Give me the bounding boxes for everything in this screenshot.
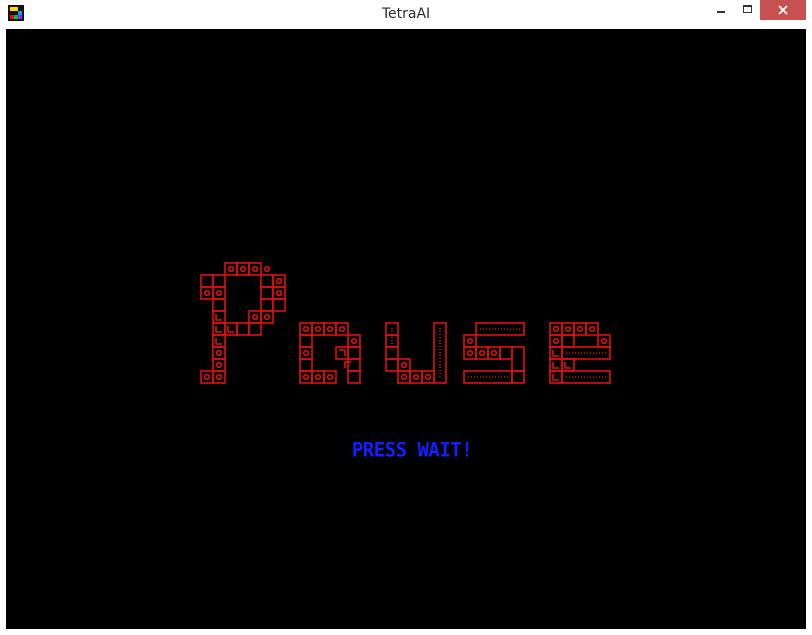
pause-letter-s	[463, 322, 525, 384]
press-wait-prompt: PRESS WAIT!	[351, 438, 473, 462]
window-title: TetraAI	[381, 6, 431, 22]
close-icon	[778, 5, 788, 15]
title-bar[interactable]: TetraAI	[0, 0, 812, 28]
pause-letter-a	[299, 322, 361, 384]
minimize-icon	[717, 11, 725, 13]
minimize-button[interactable]	[708, 0, 734, 20]
pause-letter-p	[200, 262, 286, 384]
pause-letter-u	[385, 322, 447, 384]
game-canvas[interactable]: PRESS WAIT!	[6, 29, 806, 629]
close-button[interactable]	[760, 0, 806, 20]
maximize-button[interactable]	[734, 0, 760, 20]
pause-title	[200, 262, 611, 384]
pause-letter-e	[549, 322, 611, 384]
maximize-icon	[743, 5, 752, 13]
